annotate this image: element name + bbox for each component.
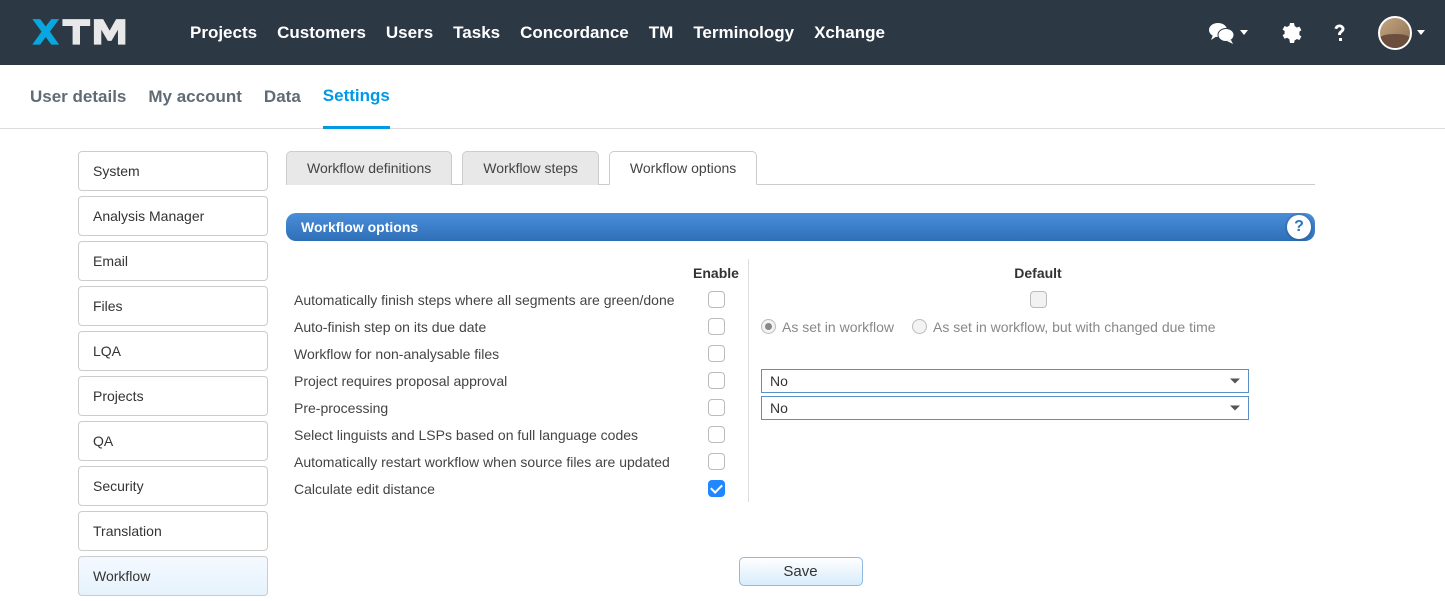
subnav-data[interactable]: Data: [264, 65, 301, 129]
tab-workflow-options[interactable]: Workflow options: [609, 151, 757, 185]
proposal-approval-select[interactable]: No: [761, 369, 1249, 393]
option-label: Select linguists and LSPs based on full …: [291, 427, 686, 443]
main: System Analysis Manager Email Files LQA …: [0, 129, 1445, 601]
tab-workflow-steps[interactable]: Workflow steps: [462, 151, 599, 185]
enable-full-language-codes-checkbox[interactable]: [708, 426, 725, 443]
topnav-tasks[interactable]: Tasks: [453, 23, 500, 43]
topnav-users[interactable]: Users: [386, 23, 433, 43]
topnav-projects[interactable]: Projects: [190, 23, 257, 43]
topnav-concordance[interactable]: Concordance: [520, 23, 629, 43]
sidebar-item-translation[interactable]: Translation: [78, 511, 268, 551]
sidebar-item-lqa[interactable]: LQA: [78, 331, 268, 371]
option-row: Auto-finish step on its due date As set …: [291, 313, 1315, 340]
enable-auto-finish-green-checkbox[interactable]: [708, 291, 725, 308]
logo[interactable]: [30, 16, 155, 50]
option-row: Pre-processing No: [291, 394, 1315, 421]
option-label: Project requires proposal approval: [291, 373, 686, 389]
enable-workflow-non-analysable-checkbox[interactable]: [708, 345, 725, 362]
question-icon: [1332, 21, 1348, 45]
topnav-customers[interactable]: Customers: [277, 23, 366, 43]
grid-header-row: Enable Default: [291, 259, 1315, 286]
save-button[interactable]: Save: [739, 557, 863, 586]
panel-help-button[interactable]: ?: [1287, 215, 1311, 239]
settings-button[interactable]: [1278, 21, 1302, 45]
radio-as-set-in-workflow: As set in workflow: [761, 319, 894, 335]
sidebar-item-qa[interactable]: QA: [78, 421, 268, 461]
option-label: Pre-processing: [291, 400, 686, 416]
topbar: Projects Customers Users Tasks Concordan…: [0, 0, 1445, 65]
sidebar-item-email[interactable]: Email: [78, 241, 268, 281]
sidebar-item-projects[interactable]: Projects: [78, 376, 268, 416]
option-row: Automatically finish steps where all seg…: [291, 286, 1315, 313]
help-button[interactable]: [1332, 21, 1348, 45]
topnav-tm[interactable]: TM: [649, 23, 674, 43]
avatar: [1378, 16, 1412, 50]
option-label: Auto-finish step on its due date: [291, 319, 686, 335]
panel: Workflow options ? Enable Default Automa…: [286, 213, 1315, 586]
topnav-terminology[interactable]: Terminology: [693, 23, 794, 43]
enable-auto-finish-due-checkbox[interactable]: [708, 318, 725, 335]
xtm-logo-icon: [30, 16, 155, 50]
sidebar-item-analysis-manager[interactable]: Analysis Manager: [78, 196, 268, 236]
pre-processing-select[interactable]: No: [761, 396, 1249, 420]
tabs: Workflow definitions Workflow steps Work…: [286, 151, 1315, 185]
sidebar-item-files[interactable]: Files: [78, 286, 268, 326]
options-grid: Enable Default Automatically finish step…: [291, 259, 1315, 502]
option-row: Calculate edit distance: [291, 475, 1315, 502]
enable-proposal-approval-checkbox[interactable]: [708, 372, 725, 389]
panel-header: Workflow options ?: [286, 213, 1315, 241]
subnav-user-details[interactable]: User details: [30, 65, 126, 129]
radio-as-set-changed-due: As set in workflow, but with changed due…: [912, 319, 1215, 335]
enable-pre-processing-checkbox[interactable]: [708, 399, 725, 416]
chevron-down-icon: [1417, 30, 1425, 35]
col-header-default: Default: [751, 265, 1315, 281]
option-label: Automatically finish steps where all seg…: [291, 292, 686, 308]
default-auto-finish-green-checkbox: [1030, 291, 1047, 308]
topbar-right: [1209, 16, 1425, 50]
option-row: Workflow for non-analysable files: [291, 340, 1315, 367]
subnav-my-account[interactable]: My account: [148, 65, 242, 129]
topnav-xchange[interactable]: Xchange: [814, 23, 885, 43]
enable-auto-restart-workflow-checkbox[interactable]: [708, 453, 725, 470]
content: Workflow definitions Workflow steps Work…: [286, 151, 1315, 601]
enable-calculate-edit-distance-checkbox[interactable]: [708, 480, 725, 497]
tab-workflow-definitions[interactable]: Workflow definitions: [286, 151, 452, 185]
radio-icon: [912, 319, 927, 334]
topnav: Projects Customers Users Tasks Concordan…: [190, 23, 885, 43]
gear-icon: [1278, 21, 1302, 45]
option-label: Calculate edit distance: [291, 481, 686, 497]
user-menu[interactable]: [1378, 16, 1425, 50]
sidebar-item-workflow[interactable]: Workflow: [78, 556, 268, 596]
chat-icon: [1209, 22, 1235, 44]
option-label: Workflow for non-analysable files: [291, 346, 686, 362]
option-row: Project requires proposal approval No: [291, 367, 1315, 394]
subnav-settings[interactable]: Settings: [323, 65, 390, 129]
messages-button[interactable]: [1209, 22, 1248, 44]
sidebar-item-system[interactable]: System: [78, 151, 268, 191]
col-header-enable: Enable: [686, 265, 746, 281]
sidebar-item-security[interactable]: Security: [78, 466, 268, 506]
save-row: Save: [286, 557, 1315, 586]
sidebar: System Analysis Manager Email Files LQA …: [78, 151, 268, 601]
option-row: Select linguists and LSPs based on full …: [291, 421, 1315, 448]
option-row: Automatically restart workflow when sour…: [291, 448, 1315, 475]
chevron-down-icon: [1240, 30, 1248, 35]
radio-icon: [761, 319, 776, 334]
panel-title: Workflow options: [301, 219, 418, 235]
subnav: User details My account Data Settings: [0, 65, 1445, 129]
option-label: Automatically restart workflow when sour…: [291, 454, 686, 470]
